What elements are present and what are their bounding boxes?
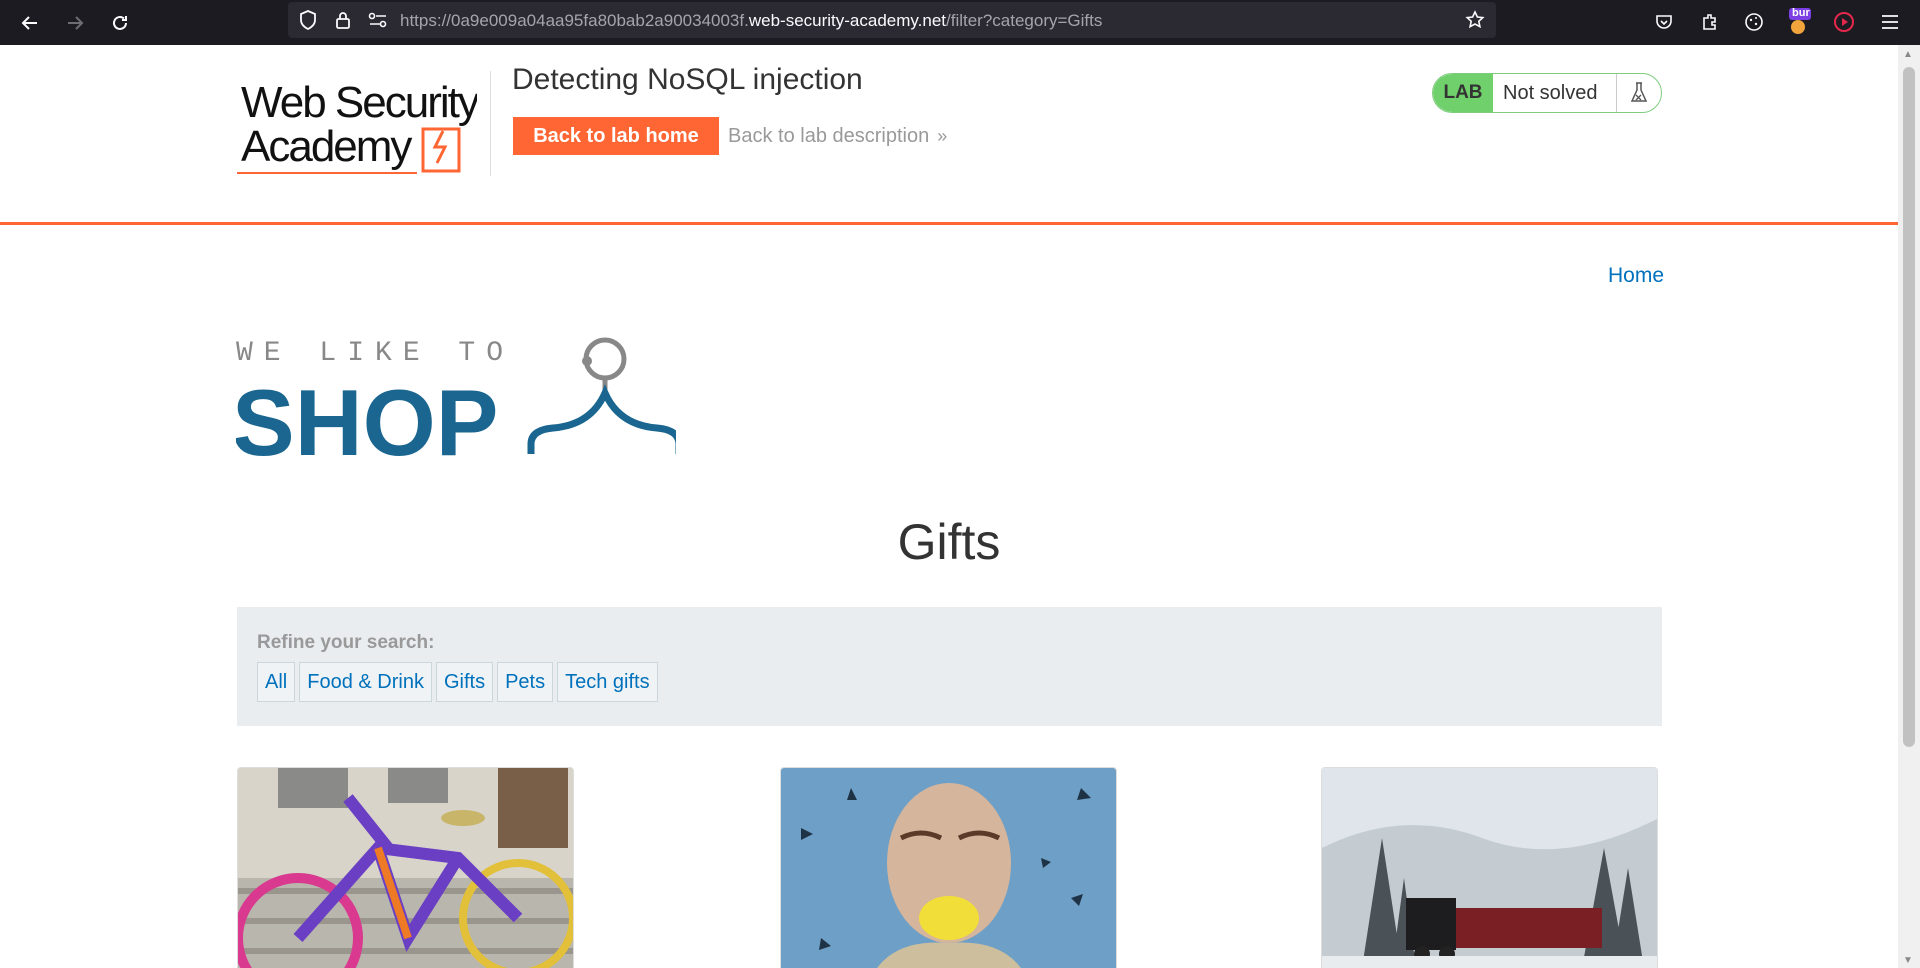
- product-image-lemon[interactable]: [780, 767, 1117, 968]
- svg-text:WE LIKE TO: WE LIKE TO: [236, 338, 514, 369]
- svg-text:SHOP: SHOP: [236, 370, 498, 467]
- page-viewport: Web Security Academy Detecting NoSQL inj…: [0, 45, 1898, 968]
- filter-pets[interactable]: Pets: [497, 662, 554, 702]
- permissions-icon[interactable]: [367, 9, 389, 31]
- shield-icon[interactable]: [297, 9, 319, 31]
- home-nav-link[interactable]: Home: [1608, 264, 1664, 288]
- lab-tag: LAB: [1433, 74, 1493, 112]
- forward-arrow-icon[interactable]: [60, 8, 90, 38]
- filter-food-drink[interactable]: Food & Drink: [299, 662, 432, 702]
- address-bar[interactable]: https://0a9e009a04aa95fa80bab2a90034003f…: [288, 2, 1496, 38]
- page-scrollbar[interactable]: ▲ ▼: [1898, 45, 1920, 968]
- logo-divider: [490, 71, 491, 176]
- back-to-lab-description-label: Back to lab description: [728, 125, 930, 147]
- back-arrow-icon[interactable]: [15, 8, 45, 38]
- back-to-lab-home-button[interactable]: Back to lab home: [513, 117, 719, 155]
- lab-header: Web Security Academy Detecting NoSQL inj…: [0, 45, 1898, 225]
- cookie-icon[interactable]: [1740, 8, 1768, 36]
- lab-title: Detecting NoSQL injection: [512, 63, 863, 96]
- filter-list: All Food & Drink Gifts Pets Tech gifts: [257, 662, 658, 702]
- filter-gifts[interactable]: Gifts: [435, 662, 494, 702]
- browser-toolbar: https://0a9e009a04aa95fa80bab2a90034003f…: [0, 0, 1920, 45]
- lab-status-widget: LAB Not solved: [1432, 73, 1662, 113]
- url-text[interactable]: https://0a9e009a04aa95fa80bab2a90034003f…: [400, 11, 1102, 31]
- filter-tech-gifts[interactable]: Tech gifts: [557, 662, 658, 702]
- bookmark-star-icon[interactable]: [1464, 9, 1486, 31]
- pocket-icon[interactable]: [1650, 8, 1678, 36]
- product-image-train[interactable]: [1321, 767, 1658, 968]
- svg-text:Web Security: Web Security: [241, 78, 477, 127]
- scrollbar-thumb[interactable]: [1903, 67, 1915, 747]
- filter-all[interactable]: All: [257, 662, 296, 702]
- product-image-bicycle[interactable]: [237, 767, 574, 968]
- burp-extension-icon[interactable]: bur: [1785, 7, 1813, 36]
- category-title: Gifts: [897, 514, 1001, 570]
- back-to-lab-description-link[interactable]: Back to lab description »: [728, 125, 947, 148]
- hamburger-menu-icon[interactable]: [1876, 8, 1904, 36]
- double-chevron-right-icon: »: [937, 126, 948, 146]
- scroll-down-arrow-icon[interactable]: ▼: [1903, 955, 1913, 966]
- lock-icon[interactable]: [332, 9, 354, 31]
- record-icon[interactable]: [1830, 8, 1858, 36]
- extension-badge: bur: [1792, 7, 1810, 19]
- web-security-academy-logo[interactable]: Web Security Academy: [237, 69, 477, 179]
- reload-icon[interactable]: [105, 8, 135, 38]
- extensions-icon[interactable]: [1696, 8, 1724, 36]
- scroll-up-arrow-icon[interactable]: ▲: [1903, 49, 1913, 60]
- we-like-to-shop-logo[interactable]: WE LIKE TO SHOP: [236, 337, 676, 467]
- flask-icon: [1617, 74, 1661, 112]
- svg-text:Academy: Academy: [241, 122, 412, 171]
- filter-panel: Refine your search: All Food & Drink Gif…: [237, 607, 1662, 726]
- filter-label: Refine your search:: [257, 632, 435, 653]
- lab-status-text: Not solved: [1493, 74, 1617, 112]
